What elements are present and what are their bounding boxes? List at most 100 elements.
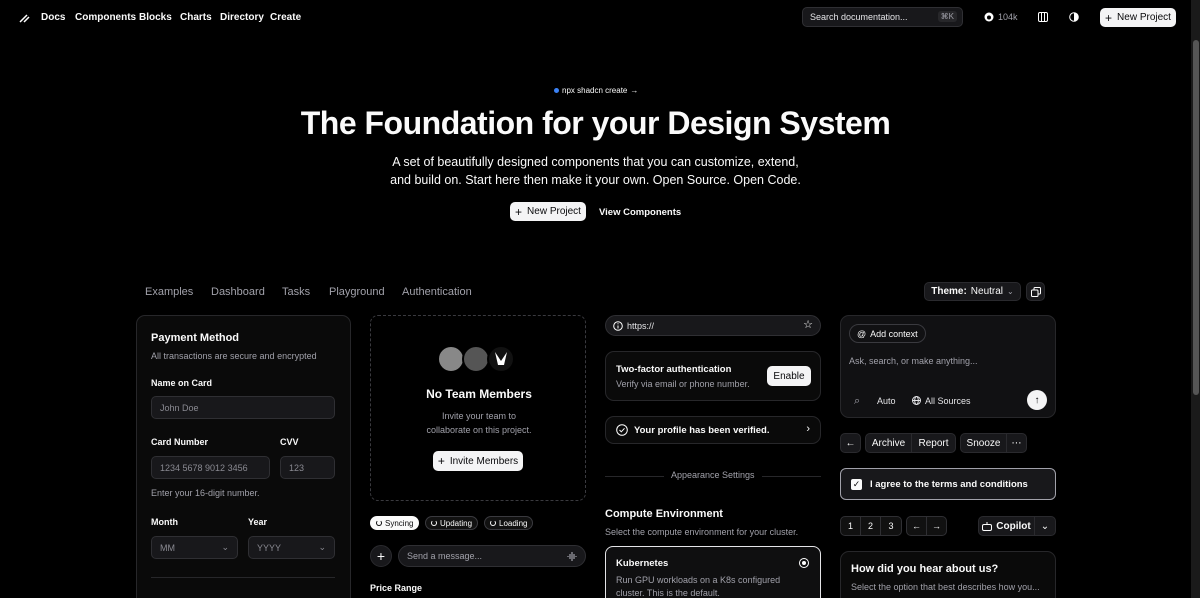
hero-new-project-button[interactable]: + New Project (510, 202, 586, 221)
back-button[interactable]: ← (840, 433, 861, 453)
report-button[interactable]: Report (911, 433, 956, 453)
name-field[interactable]: John Doe (151, 396, 335, 419)
page-1-button[interactable]: 1 (840, 516, 861, 536)
team-description-line-1: Invite your team to (441, 411, 517, 421)
kubernetes-option[interactable]: Kubernetes Run GPU workloads on a K8s co… (605, 546, 821, 598)
add-context-button[interactable]: @ Add context (849, 324, 926, 343)
url-input[interactable]: https:// ☆ (605, 315, 821, 336)
message-placeholder: Send a message... (407, 551, 483, 561)
plus-icon: + (437, 454, 445, 468)
enable-label: Enable (773, 370, 805, 382)
kubernetes-description-line-1: Run GPU workloads on a K8s configured (616, 575, 781, 585)
voice-wave-icon[interactable] (567, 552, 577, 561)
team-empty-state: No Team Members Invite your team to coll… (370, 315, 586, 501)
nav-directory[interactable]: Directory (220, 12, 264, 23)
radio-dot-icon (802, 561, 806, 565)
divider (151, 577, 335, 578)
month-label: Month (151, 517, 178, 527)
star-icon[interactable]: ☆ (803, 318, 813, 331)
archive-button[interactable]: Archive (865, 433, 912, 453)
snooze-button[interactable]: Snooze (960, 433, 1007, 453)
check-icon: ✓ (852, 479, 861, 489)
sidebar-layout-icon[interactable] (1038, 12, 1048, 22)
ellipsis-icon: ⋯ (1011, 437, 1022, 449)
badge-text: npx shadcn create (562, 86, 628, 95)
logo-icon[interactable] (19, 12, 30, 23)
tab-examples[interactable]: Examples (145, 286, 193, 298)
month-select[interactable]: MM ⌄ (151, 536, 238, 559)
year-select[interactable]: YYYY ⌄ (248, 536, 335, 559)
theme-select[interactable]: Theme: Neutral ⌄ (924, 282, 1021, 301)
page-3-button[interactable]: 3 (880, 516, 902, 536)
chevron-down-icon: ⌄ (1040, 520, 1050, 532)
spinner-icon (490, 520, 496, 526)
nav-charts[interactable]: Charts (180, 12, 212, 23)
new-project-button[interactable]: + New Project (1100, 8, 1176, 27)
hero-title: The Foundation for your Design System (300, 105, 891, 141)
prev-page-button[interactable]: ← (906, 516, 927, 536)
mode-select[interactable]: Auto (877, 396, 896, 406)
survey-subtitle: Select the option that best describes ho… (851, 582, 1040, 592)
github-icon[interactable] (984, 12, 994, 22)
copilot-menu-button[interactable]: ⌄ (1034, 516, 1056, 536)
plus-icon: + (1105, 10, 1113, 25)
payment-title: Payment Method (151, 332, 240, 344)
page-3-label: 3 (888, 521, 894, 531)
card-number-field[interactable]: 1234 5678 9012 3456 (151, 456, 270, 479)
nav-blocks[interactable]: Blocks (139, 12, 172, 23)
chevron-down-icon: ⌄ (1007, 287, 1014, 296)
more-button[interactable]: ⋯ (1006, 433, 1027, 453)
hero-subtitle-line-2: and build on. Start here then make it yo… (390, 173, 801, 187)
copilot-button[interactable]: Copilot (978, 516, 1035, 536)
chevron-right-icon: › (806, 423, 810, 435)
arrow-up-icon: ↑ (1034, 394, 1040, 406)
profile-verified-text: Your profile has been verified. (634, 425, 770, 436)
page-2-button[interactable]: 2 (860, 516, 881, 536)
payment-card: Payment Method All transactions are secu… (136, 315, 351, 598)
invite-members-button[interactable]: + Invite Members (433, 451, 523, 471)
syncing-label: Syncing (385, 518, 414, 528)
profile-verified-item[interactable]: Your profile has been verified. › (605, 416, 821, 444)
year-value: YYYY (257, 542, 282, 553)
check-circle-icon (616, 424, 628, 436)
message-input[interactable]: Send a message... (398, 545, 586, 567)
copilot-label: Copilot (996, 520, 1031, 532)
add-attachment-button[interactable]: + (370, 545, 392, 567)
compute-title: Compute Environment (605, 508, 723, 520)
hero-subtitle: A set of beautifully designed components… (0, 153, 1191, 189)
nav-components[interactable]: Components (75, 12, 136, 23)
paperclip-icon[interactable]: ⌕ (854, 395, 860, 408)
nav-docs[interactable]: Docs (41, 12, 65, 23)
tab-playground[interactable]: Playground (329, 286, 385, 298)
nav-create[interactable]: Create (270, 12, 301, 23)
two-factor-title: Two-factor authentication (616, 364, 732, 375)
tab-tasks[interactable]: Tasks (282, 286, 310, 298)
send-button[interactable]: ↑ (1027, 390, 1047, 410)
new-project-label: New Project (1117, 12, 1171, 23)
radio-selected[interactable] (799, 558, 809, 568)
kubernetes-description: Run GPU workloads on a K8s configured cl… (616, 574, 780, 598)
next-page-button[interactable]: → (926, 516, 947, 536)
search-input[interactable]: Search documentation... ⌘K (802, 7, 963, 27)
year-label: Year (248, 517, 268, 527)
view-components-button[interactable]: View Components (599, 207, 681, 218)
announcement-badge[interactable]: npx shadcn create → (554, 86, 638, 95)
copy-button[interactable] (1026, 282, 1045, 301)
github-stars[interactable]: 104k (998, 12, 1018, 22)
team-title: No Team Members (426, 387, 532, 401)
card-number-label: Card Number (151, 437, 209, 447)
sources-select[interactable]: All Sources (925, 396, 971, 406)
invite-members-label: Invite Members (449, 455, 519, 467)
syncing-badge: Syncing (370, 516, 420, 530)
tab-authentication[interactable]: Authentication (402, 286, 472, 298)
cvv-field[interactable]: 123 (280, 456, 335, 479)
plus-icon: + (515, 204, 523, 219)
ai-prompt-placeholder[interactable]: Ask, search, or make anything... (849, 356, 978, 366)
terms-checkbox-field[interactable]: ✓ I agree to the terms and conditions (840, 468, 1056, 500)
page-scrollbar[interactable] (1191, 0, 1200, 598)
scrollbar-thumb[interactable] (1193, 40, 1199, 395)
theme-toggle-icon[interactable] (1069, 12, 1079, 22)
tab-dashboard[interactable]: Dashboard (211, 286, 265, 298)
checkbox-checked[interactable]: ✓ (851, 479, 862, 490)
enable-button[interactable]: Enable (767, 366, 811, 386)
